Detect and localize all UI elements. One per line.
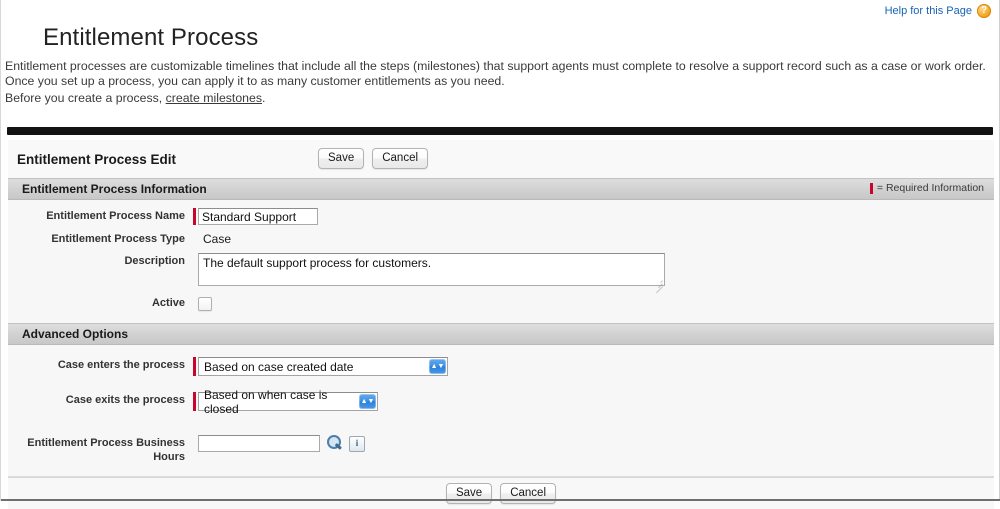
- entitlement-process-page: Help for this Page ? Entitlement Process…: [0, 0, 1000, 509]
- process-name-input[interactable]: [198, 208, 318, 225]
- case-enters-select[interactable]: Based on case created date ▲ ▼: [198, 357, 448, 376]
- chevron-up-down-icon-case-enters[interactable]: ▲ ▼: [429, 359, 446, 374]
- section-header-information: Entitlement Process Information = Requir…: [8, 178, 994, 200]
- label-active: Active: [151, 297, 185, 309]
- required-marker-case-exits: [193, 392, 196, 411]
- info-icon[interactable]: i: [349, 436, 365, 452]
- case-exits-select-value: Based on when case is closed: [204, 387, 328, 416]
- intro-paragraph: Entitlement processes are customizable t…: [5, 59, 986, 88]
- section-title-advanced-options: Advanced Options: [22, 327, 129, 341]
- edit-panel-header: Entitlement Process Edit Save Cancel: [8, 140, 994, 178]
- label-case-exits: Case exits the process: [65, 394, 185, 406]
- section-title-information: Entitlement Process Information: [22, 182, 207, 196]
- create-milestones-link[interactable]: create milestones: [166, 91, 262, 105]
- chevron-up-icon-exits: ▲: [360, 397, 368, 405]
- row-case-exits: Case exits the process Based on when cas…: [8, 388, 994, 416]
- required-marker-icon: [869, 182, 873, 194]
- row-case-enters: Case enters the process Based on case cr…: [8, 357, 994, 376]
- cancel-button-top[interactable]: Cancel: [372, 148, 429, 169]
- help-for-this-page-link[interactable]: Help for this Page ?: [885, 4, 991, 18]
- label-description: Description: [124, 255, 185, 267]
- business-hours-input[interactable]: [198, 435, 320, 452]
- field-process-name: [193, 208, 318, 225]
- advanced-options-gap: [8, 419, 994, 435]
- field-case-enters: Based on case created date ▲ ▼: [193, 357, 448, 376]
- field-case-exits: Based on when case is closed ▲ ▼: [193, 388, 378, 416]
- edit-panel-title: Entitlement Process Edit: [17, 151, 177, 167]
- chevron-down-icon: ▼: [437, 362, 445, 370]
- process-type-value: Case: [203, 232, 232, 246]
- required-legend-label: = Required Information: [876, 182, 984, 194]
- row-business-hours: Entitlement Process Business Hours i: [8, 435, 994, 464]
- magnifier-lookup-icon[interactable]: [326, 435, 343, 452]
- bottom-button-group: Save Cancel: [8, 477, 994, 509]
- page-title: Entitlement Process: [43, 24, 259, 52]
- required-marker-case-enters: [193, 357, 196, 376]
- field-business-hours: i: [193, 435, 365, 452]
- field-description: [193, 253, 665, 294]
- row-process-name: Entitlement Process Name: [8, 208, 994, 225]
- case-enters-select-value: Based on case created date: [204, 359, 354, 374]
- top-button-group: Save Cancel: [318, 148, 429, 169]
- help-link-label: Help for this Page: [884, 5, 972, 17]
- intro-suffix-text: .: [262, 91, 266, 105]
- section-divider-bar: [7, 127, 993, 135]
- intro-prefix-text: Before you create a process,: [5, 91, 166, 105]
- case-exits-select[interactable]: Based on when case is closed ▲ ▼: [198, 388, 378, 416]
- intro-secondary-line: Before you create a process, create mile…: [5, 91, 265, 105]
- description-textarea-wrap: [198, 253, 665, 294]
- section-header-advanced-options: Advanced Options: [8, 323, 994, 345]
- help-question-icon[interactable]: ?: [977, 4, 991, 18]
- field-process-type: Case: [193, 231, 231, 247]
- chevron-up-down-icon-case-exits[interactable]: ▲ ▼: [359, 394, 376, 409]
- active-checkbox[interactable]: [198, 297, 212, 311]
- label-case-enters: Case enters the process: [57, 359, 185, 371]
- field-active: [193, 295, 212, 311]
- save-button-top[interactable]: Save: [318, 148, 365, 169]
- label-business-hours: Entitlement Process Business Hours: [27, 437, 185, 463]
- advanced-options-fields: Case enters the process Based on case cr…: [8, 345, 994, 476]
- label-process-type: Entitlement Process Type: [51, 233, 185, 245]
- row-active: Active: [8, 295, 994, 311]
- entitlement-process-edit-panel: Entitlement Process Edit Save Cancel Ent…: [8, 140, 994, 509]
- required-information-legend: = Required Information: [869, 182, 984, 194]
- description-textarea[interactable]: [198, 253, 665, 286]
- chevron-down-icon-exits: ▼: [367, 397, 375, 405]
- row-process-type: Entitlement Process Type Case: [8, 231, 994, 247]
- row-description: Description: [8, 253, 994, 294]
- required-marker-process-name: [193, 208, 196, 225]
- information-fields: Entitlement Process Name Entitlement Pro…: [8, 200, 994, 323]
- label-process-name: Entitlement Process Name: [46, 210, 185, 222]
- chevron-up-icon: ▲: [430, 362, 438, 370]
